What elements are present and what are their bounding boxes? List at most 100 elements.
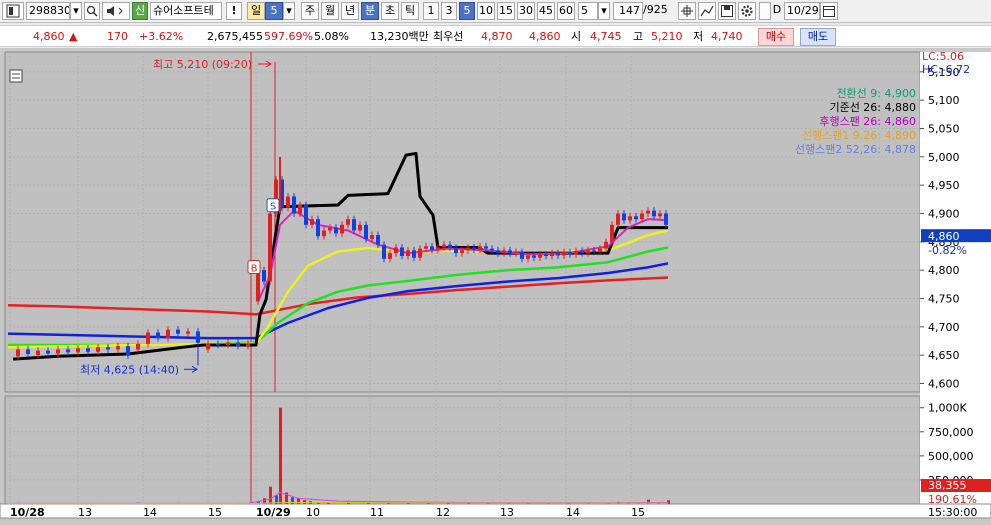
candle-body — [634, 216, 638, 220]
page-input[interactable]: 147 — [613, 2, 643, 20]
candle-body — [574, 250, 578, 255]
candle-body — [256, 270, 260, 302]
candle-body — [382, 244, 386, 259]
separator — [222, 2, 224, 20]
price-change: 170 — [107, 30, 128, 43]
candle-body — [126, 346, 130, 356]
candle-body — [490, 248, 494, 251]
candle-body — [186, 331, 190, 334]
candle-body — [604, 241, 608, 249]
count-dropdown-icon[interactable]: ▾ — [598, 2, 610, 20]
current-price-tag-label: 4,860 — [928, 230, 960, 243]
interval-15-button[interactable]: 15 — [497, 2, 515, 20]
interval-3-button[interactable]: 3 — [441, 2, 457, 20]
candle-body — [658, 213, 662, 217]
period-year-button[interactable]: 년 — [341, 2, 359, 20]
volume-pane — [4, 395, 921, 505]
gear-icon[interactable] — [738, 2, 756, 20]
candle-body — [586, 250, 590, 254]
price-chart[interactable]: 5,1505,1005,0505,0004,9504,9004,8504,800… — [0, 48, 991, 525]
x-axis-label: 11 — [370, 506, 384, 519]
interval-45-button[interactable]: 45 — [537, 2, 555, 20]
high-price: 5,210 — [651, 30, 683, 43]
candle-body — [370, 235, 374, 239]
minute-count-field[interactable]: 5 — [265, 2, 283, 20]
candle-body — [442, 244, 446, 248]
candle-body — [136, 343, 140, 350]
volume-bar — [297, 498, 300, 504]
quote-bar: 4,860 ▲ 170 +3.62% 2,675,455 597.69% 5.0… — [0, 25, 991, 47]
interval-30-button[interactable]: 30 — [517, 2, 535, 20]
period-second-button[interactable]: 초 — [381, 2, 399, 20]
price-tick-label: 4,800 — [928, 264, 960, 277]
period-week-button[interactable]: 주 — [301, 2, 319, 20]
signal-marker-label: B — [251, 263, 258, 274]
candle-body — [176, 329, 180, 334]
date-label: D — [772, 3, 782, 16]
save-icon[interactable] — [718, 2, 736, 20]
legend-entry: 기준선 26: 4,880 — [829, 101, 916, 114]
candle-body — [216, 343, 220, 345]
buy-button[interactable]: 매수 — [758, 28, 794, 46]
trade-amount: 13,230백만 — [370, 30, 429, 43]
price-tick-label: 4,700 — [928, 321, 960, 334]
period-minute-button[interactable]: 분 — [361, 2, 379, 20]
volume-bar — [269, 486, 272, 504]
volume-tag-pct: 190.61% — [928, 493, 977, 506]
candle-body — [246, 343, 250, 347]
volume-bar — [303, 500, 306, 504]
candle-body — [520, 252, 524, 259]
search-icon[interactable] — [84, 2, 100, 20]
period-tick-button[interactable]: 틱 — [401, 2, 419, 20]
candle-body — [66, 349, 70, 353]
candle-body — [652, 210, 656, 217]
time-display: 15:30:00 — [928, 506, 977, 519]
interval-60-button[interactable]: 60 — [557, 2, 575, 20]
candle-body — [592, 250, 596, 253]
candle-body — [568, 252, 572, 255]
candle-body — [352, 219, 356, 231]
credit-badge: 신 — [132, 2, 148, 20]
period-day-button[interactable]: 일 — [247, 2, 265, 20]
calendar-icon[interactable] — [820, 2, 838, 20]
legend-entry: 후행스팬 26: 4,860 — [819, 115, 916, 128]
code-dropdown-icon[interactable]: ▾ — [70, 2, 82, 20]
candle-body — [628, 216, 632, 221]
legend-entry: 전환선 9: 4,900 — [836, 87, 916, 100]
interval-10-button[interactable]: 10 — [477, 2, 495, 20]
count-input[interactable]: 5 — [578, 2, 598, 20]
candle-body — [448, 244, 452, 248]
volume-tick-label: 750,000 — [928, 426, 974, 439]
price-tick-label: 5,000 — [928, 151, 960, 164]
candle-body — [664, 213, 668, 225]
x-axis-label: 10 — [306, 506, 320, 519]
pane-grid-icon[interactable] — [9, 69, 23, 83]
date-input[interactable]: 10/29 — [784, 2, 820, 20]
low-annotation: 최저 4,625 (14:40) — [80, 363, 179, 376]
stock-code-input[interactable]: 298830 — [26, 2, 70, 20]
alert-button[interactable]: ! — [226, 2, 242, 20]
sell-button[interactable]: 매도 — [800, 28, 836, 46]
candle-body — [236, 342, 240, 347]
candle-body — [496, 250, 500, 254]
candle-body — [478, 246, 482, 250]
interval-5-button[interactable]: 5 — [459, 2, 475, 20]
candle-body — [298, 205, 302, 214]
x-axis-label: 14 — [143, 506, 157, 519]
candle-body — [36, 350, 40, 356]
period-month-button[interactable]: 월 — [321, 2, 339, 20]
date-checkbox[interactable] — [759, 2, 771, 20]
trendline-icon[interactable] — [698, 2, 716, 20]
candle-body — [424, 246, 428, 249]
low-price: 4,740 — [711, 30, 743, 43]
speaker-icon[interactable] — [102, 2, 130, 20]
minute-dropdown-icon[interactable]: ▾ — [283, 2, 295, 20]
price-pane — [4, 51, 921, 393]
page-total: /925 — [643, 3, 668, 16]
candle-body — [116, 346, 120, 350]
chart-window-icon[interactable] — [2, 2, 24, 20]
crosshair-icon[interactable] — [678, 2, 696, 20]
interval-1-button[interactable]: 1 — [423, 2, 439, 20]
candle-body — [346, 219, 350, 225]
stock-name-field[interactable]: 슈어소프트테 — [150, 2, 222, 20]
